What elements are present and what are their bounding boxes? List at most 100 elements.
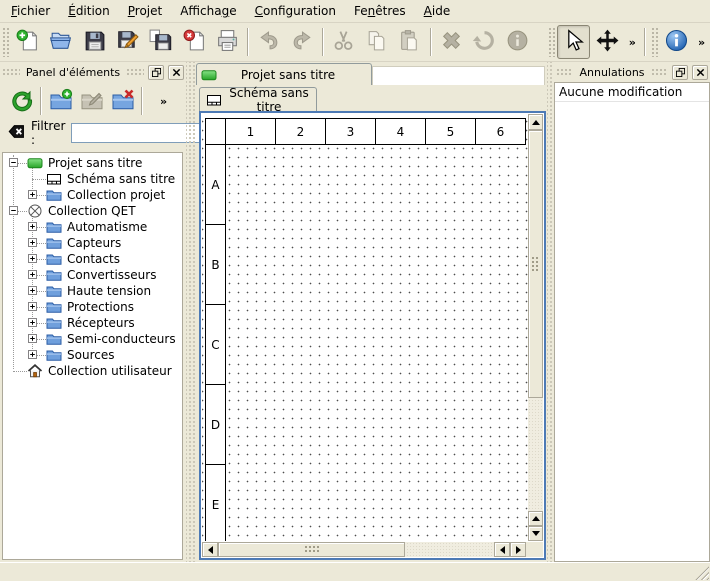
menu-projet[interactable]: Projet: [119, 2, 171, 20]
toolbar-overflow-button[interactable]: »: [693, 36, 710, 49]
tree-item-label: Collection QET: [48, 204, 136, 218]
print-button[interactable]: [211, 25, 244, 59]
undo-history-list[interactable]: Aucune modification: [554, 82, 710, 562]
horizontal-scroll-thumb[interactable]: [218, 542, 405, 557]
expand-expander-icon[interactable]: [28, 238, 37, 247]
vertical-scroll-thumb[interactable]: [528, 130, 543, 398]
tree-item-label: Sources: [67, 348, 114, 362]
tree-item-convertisseurs[interactable]: Convertisseurs: [3, 267, 182, 283]
dock-drag-handle[interactable]: [126, 68, 144, 76]
tab-project[interactable]: Projet sans titre: [196, 63, 372, 85]
select-pointer-button[interactable]: [557, 25, 590, 59]
resize-grip[interactable]: [695, 566, 709, 580]
delete-category-icon: [111, 88, 135, 115]
tree-item-capteurs[interactable]: Capteurs: [3, 235, 182, 251]
panel-overflow-button[interactable]: »: [160, 95, 167, 108]
save-as-button[interactable]: [111, 25, 144, 59]
project-tabbar-empty: [372, 66, 545, 85]
schema-canvas[interactable]: 123456ABCDE: [202, 114, 528, 541]
float-panel-button[interactable]: [148, 65, 164, 80]
arrow-down-icon: [532, 531, 540, 540]
toolbar-overflow-button[interactable]: »: [624, 36, 641, 49]
menu-fichier[interactable]: Fichier: [2, 2, 59, 20]
toolbar-drag-handle[interactable]: [2, 27, 9, 57]
tree-item-contacts[interactable]: Contacts: [3, 251, 182, 267]
expand-expander-icon[interactable]: [28, 302, 37, 311]
float-panel-button[interactable]: [672, 65, 688, 80]
menu-configuration[interactable]: Configuration: [246, 2, 345, 20]
undo-list-item[interactable]: Aucune modification: [555, 83, 709, 102]
menu-affichage[interactable]: Affichage: [171, 2, 245, 20]
tree-item-collection-qet[interactable]: Collection QET: [3, 203, 182, 219]
open-document-button[interactable]: [44, 25, 77, 59]
elements-panel-toolbar: »: [0, 82, 186, 120]
about-info-button[interactable]: [660, 25, 693, 59]
tree-item-collection-utilisateur[interactable]: Collection utilisateur: [3, 363, 182, 379]
expand-expander-icon[interactable]: [28, 190, 37, 199]
tree-item-collection-projet[interactable]: Collection projet: [3, 187, 182, 203]
expand-expander-icon[interactable]: [28, 318, 37, 327]
close-file-button[interactable]: [177, 25, 210, 59]
tree-item-semi-conducteurs[interactable]: Semi-conducteurs: [3, 331, 182, 347]
project-tab-label: Projet sans titre: [223, 68, 367, 82]
toolbar-drag-handle[interactable]: [651, 27, 658, 57]
tab-schema[interactable]: Schéma sans titre: [199, 87, 317, 111]
filter-label: Filtrer :: [31, 119, 65, 147]
tree-item-haute-tension[interactable]: Haute tension: [3, 283, 182, 299]
qelectrotech-window: FichierÉditionProjetAffichageConfigurati…: [0, 0, 710, 581]
scrollbar-corner: [526, 542, 543, 557]
splitter-right[interactable]: [547, 62, 554, 562]
dock-drag-handle[interactable]: [556, 68, 573, 76]
expand-expander-icon[interactable]: [28, 270, 37, 279]
status-bar: [0, 562, 710, 581]
tree-item-schema-sans-titre[interactable]: Schéma sans titre: [3, 171, 182, 187]
tree-item-sources[interactable]: Sources: [3, 347, 182, 363]
delete-category-button[interactable]: [107, 86, 138, 117]
clear-filter-icon[interactable]: [8, 123, 25, 143]
close-panel-button[interactable]: [692, 65, 708, 80]
tree-item-label: Protections: [67, 300, 134, 314]
close-icon: [696, 68, 705, 77]
menu-fenetres[interactable]: Fenêtres: [345, 2, 415, 20]
expand-expander-icon[interactable]: [28, 334, 37, 343]
expand-expander-icon[interactable]: [28, 286, 37, 295]
vertical-scrollbar[interactable]: [528, 114, 543, 541]
splitter-left[interactable]: [186, 62, 195, 562]
toolbar-drag-handle[interactable]: [548, 27, 555, 57]
menu-edition[interactable]: Édition: [59, 2, 119, 20]
cut-button: [327, 25, 360, 59]
expand-expander-icon[interactable]: [28, 350, 37, 359]
dock-drag-handle[interactable]: [651, 68, 668, 76]
move-button[interactable]: [590, 25, 623, 59]
close-panel-button[interactable]: [168, 65, 184, 80]
tree-item-automatisme[interactable]: Automatisme: [3, 219, 182, 235]
tree-item-recepteurs[interactable]: Récepteurs: [3, 315, 182, 331]
schema-tabbar: Schéma sans titre: [195, 85, 547, 111]
new-category-button[interactable]: [45, 86, 76, 117]
save-button[interactable]: [77, 25, 110, 59]
menu-aide[interactable]: Aide: [415, 2, 460, 20]
save-all-button[interactable]: [144, 25, 177, 59]
reload-collections-button[interactable]: [6, 86, 37, 117]
dock-drag-handle[interactable]: [2, 68, 20, 76]
schema-tab-label: Schéma sans titre: [228, 86, 310, 114]
undo-icon: [256, 28, 281, 56]
scroll-right-button[interactable]: [510, 542, 526, 557]
collapse-expander-icon[interactable]: [9, 158, 18, 167]
expand-expander-icon[interactable]: [28, 222, 37, 231]
scroll-up-button-2[interactable]: [528, 511, 543, 526]
scroll-up-button[interactable]: [528, 114, 543, 130]
paste-icon: [397, 28, 422, 56]
tree-item-protections[interactable]: Protections: [3, 299, 182, 315]
row-header-C: C: [205, 304, 226, 385]
arrow-right-icon: [516, 546, 525, 554]
scroll-left-button[interactable]: [202, 542, 218, 557]
scroll-left-button-2[interactable]: [494, 542, 510, 557]
scroll-down-button[interactable]: [528, 526, 543, 541]
horizontal-scrollbar[interactable]: [202, 542, 526, 557]
elements-panel: Panel d'éléments » Filtrer : Projet sans…: [0, 62, 186, 562]
tree-item-projet-sans-titre[interactable]: Projet sans titre: [3, 155, 182, 171]
collapse-expander-icon[interactable]: [9, 206, 18, 215]
expand-expander-icon[interactable]: [28, 254, 37, 263]
new-document-button[interactable]: [11, 25, 44, 59]
